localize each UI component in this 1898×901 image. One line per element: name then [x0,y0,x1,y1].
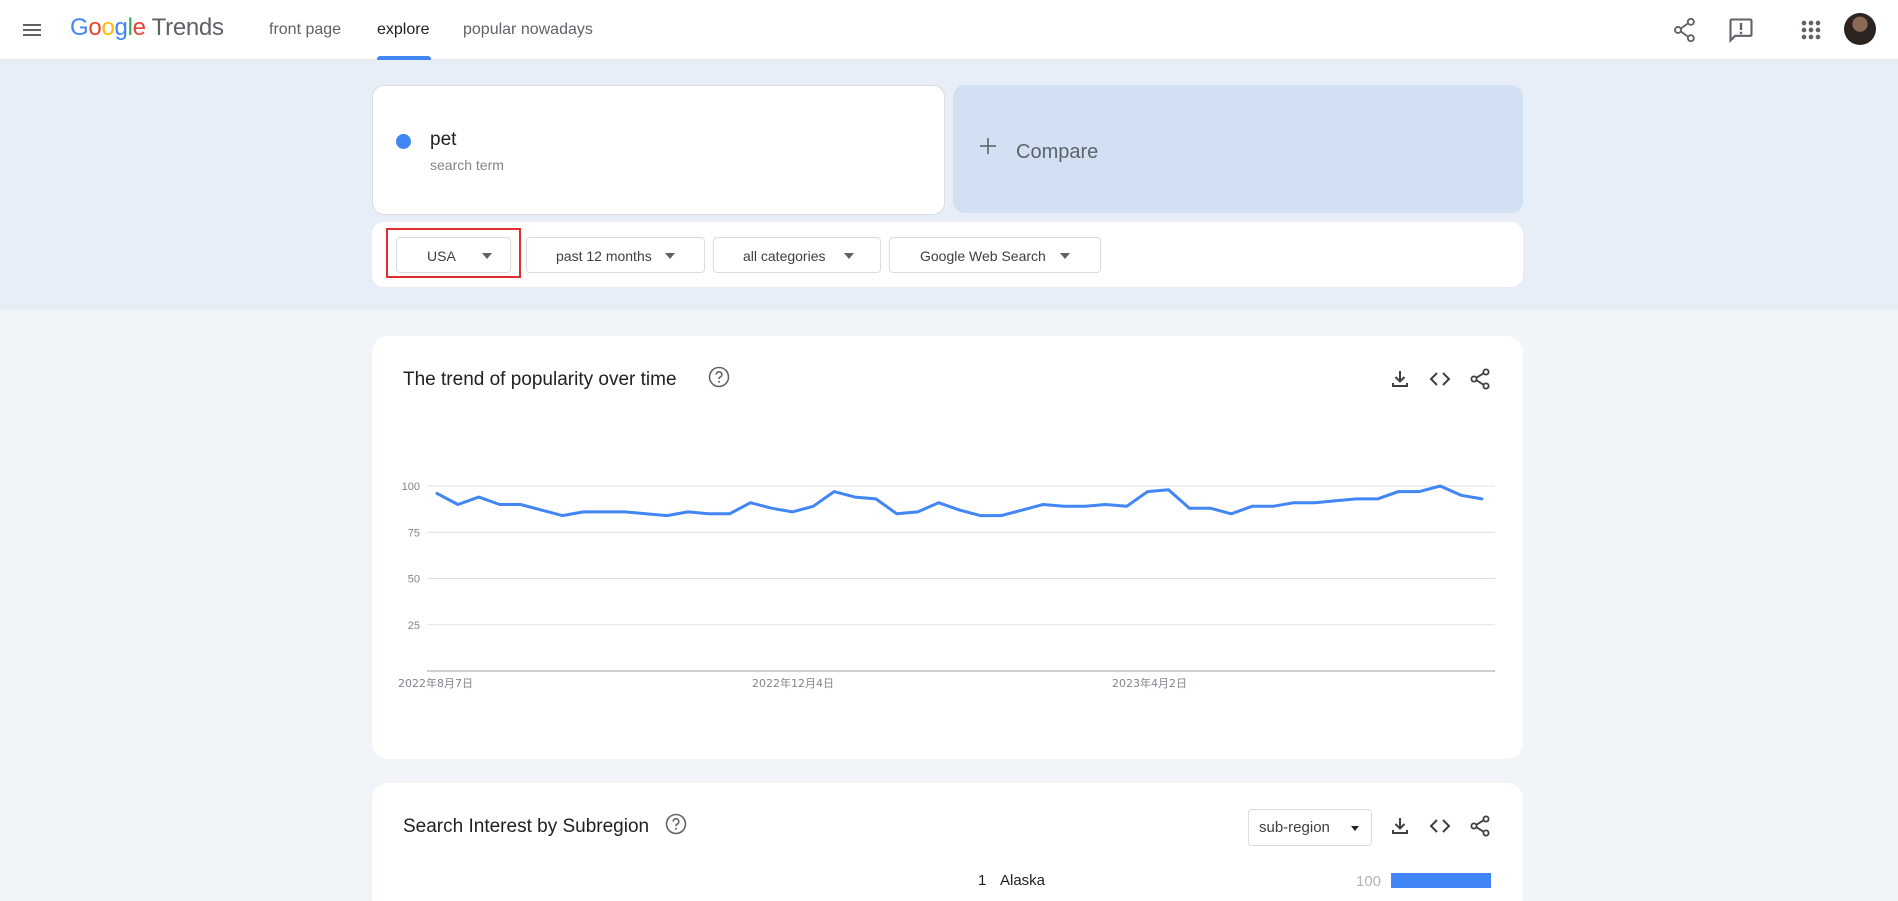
subregion-value-bar [1391,873,1491,888]
category-filter-label: all categories [743,248,826,264]
google-trends-logo[interactable]: Google Trends [70,14,224,42]
app-header: Google Trends front page explore popular … [0,0,1898,60]
help-icon[interactable] [665,813,687,835]
chevron-down-icon [1351,826,1359,831]
share-icon[interactable] [1671,16,1699,44]
download-icon[interactable] [1388,814,1412,838]
tab-explore[interactable]: explore [377,21,429,39]
time-filter-label: past 12 months [556,248,652,264]
subregion-name[interactable]: Alaska [1000,872,1045,889]
menu-icon[interactable] [20,18,44,42]
subregion-title: Search Interest by Subregion [403,816,650,837]
chevron-down-icon [1060,253,1070,259]
x-tick-label: 2022年8月7日 [398,676,473,690]
compare-label: Compare [1016,141,1099,163]
y-tick-label: 100 [402,481,420,493]
tab-front-page[interactable]: front page [269,21,341,39]
trend-line-chart: 25 50 75 100 2022年8月7日 2022年12月4日 2023年4月2日 [398,481,1495,690]
subregion-resolution-select[interactable]: sub-region [1248,809,1372,846]
chevron-down-icon [844,253,854,259]
apps-icon[interactable] [1797,16,1825,44]
tab-popular-nowadays[interactable]: popular nowadays [463,21,593,39]
term-color-dot [396,134,411,149]
chevron-down-icon [665,253,675,259]
feedback-icon[interactable] [1727,16,1755,44]
region-filter-highlight [386,228,521,278]
y-tick-label: 50 [408,574,420,586]
interest-over-time-card: The trend of popularity over time 25 50 75… [372,336,1523,759]
compare-button[interactable]: Compare [953,85,1523,213]
embed-code-icon[interactable] [1428,814,1452,838]
series-line [435,484,1484,518]
time-filter[interactable]: past 12 months [526,237,705,273]
search-term-card[interactable]: pet search term [372,85,945,215]
subregion-value: 100 [1356,873,1382,890]
avatar[interactable] [1844,13,1876,45]
search-term[interactable]: pet [430,129,456,151]
subregion-select-label: sub-region [1259,819,1330,836]
category-filter[interactable]: all categories [713,237,881,273]
x-tick-label: 2022年12月4日 [752,676,834,690]
share-icon[interactable] [1468,814,1492,838]
search-term-type: search term [430,157,504,173]
y-tick-label: 75 [408,527,420,539]
property-filter-label: Google Web Search [920,248,1046,264]
plus-icon [980,138,996,154]
subregion-rank: 1 [978,872,987,889]
property-filter[interactable]: Google Web Search [889,237,1101,273]
y-tick-label: 25 [408,620,420,632]
x-tick-label: 2023年4月2日 [1112,676,1187,690]
